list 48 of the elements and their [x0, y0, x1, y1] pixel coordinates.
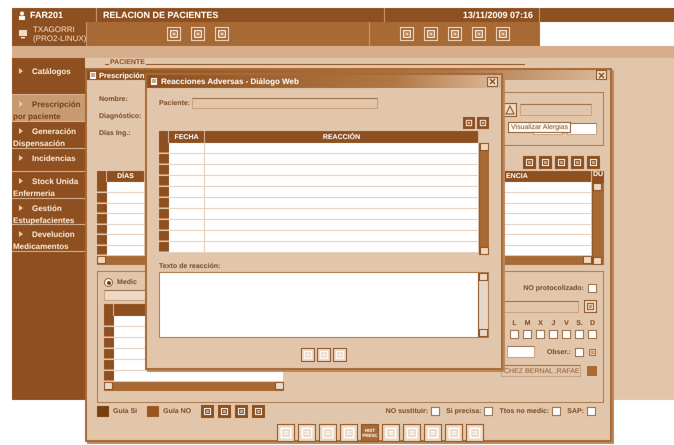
checkbox[interactable]: [536, 330, 545, 339]
scroll-up-button[interactable]: [480, 143, 489, 151]
vertical-scrollbar[interactable]: [592, 183, 602, 265]
page-title: RELACION DE PACIENTES: [103, 10, 218, 20]
scroll-left-button[interactable]: [97, 256, 106, 264]
close-icon: [489, 78, 496, 85]
allergy-field[interactable]: [520, 104, 592, 116]
close-button[interactable]: [596, 70, 607, 80]
checkbox[interactable]: [510, 330, 519, 339]
vertical-scrollbar[interactable]: [478, 273, 488, 337]
checkbox[interactable]: [549, 330, 558, 339]
checkbox[interactable]: [587, 407, 596, 416]
checkbox[interactable]: [562, 330, 571, 339]
sidebar-item[interactable]: Prescripción por paciente: [12, 95, 85, 122]
user-name: TXAGORRI: [33, 25, 75, 34]
checkbox[interactable]: [552, 407, 562, 416]
scroll-up-button[interactable]: [479, 273, 488, 281]
scroll-right-button[interactable]: [583, 256, 592, 264]
scroll-right-button[interactable]: [275, 382, 284, 390]
person-icon: [18, 10, 26, 20]
radio-button[interactable]: [104, 278, 113, 287]
patient-field[interactable]: [192, 98, 378, 109]
close-button[interactable]: [487, 76, 498, 86]
scroll-down-button[interactable]: [593, 257, 602, 265]
horizontal-scrollbar[interactable]: [104, 382, 284, 391]
computer-icon: [18, 29, 28, 39]
checkbox[interactable]: [588, 284, 597, 293]
app-code: FAR201: [30, 10, 64, 20]
window-icon: [89, 70, 97, 80]
close-icon: [598, 72, 605, 78]
checkbox[interactable]: [523, 330, 532, 339]
scroll-down-button[interactable]: [479, 329, 488, 337]
vertical-scrollbar[interactable]: [479, 143, 489, 255]
window-icon: [150, 77, 158, 86]
scroll-down-button[interactable]: [480, 247, 489, 255]
scroll-left-button[interactable]: [104, 382, 113, 390]
checkbox[interactable]: [575, 348, 584, 356]
select-field[interactable]: [567, 123, 597, 135]
dose-field[interactable]: [506, 346, 535, 358]
checkbox[interactable]: [431, 407, 440, 416]
server-name: (PRO2-LINUX): [33, 34, 86, 43]
date-time: 13/11/2009 07:16: [462, 10, 533, 20]
warning-icon: [505, 105, 515, 115]
scroll-up-button[interactable]: [593, 183, 602, 191]
dialog-title: Reacciones Adversas - Diálogo Web: [161, 77, 299, 86]
checkbox[interactable]: [575, 330, 584, 339]
checkbox[interactable]: [588, 330, 597, 339]
checkbox[interactable]: [484, 407, 494, 416]
